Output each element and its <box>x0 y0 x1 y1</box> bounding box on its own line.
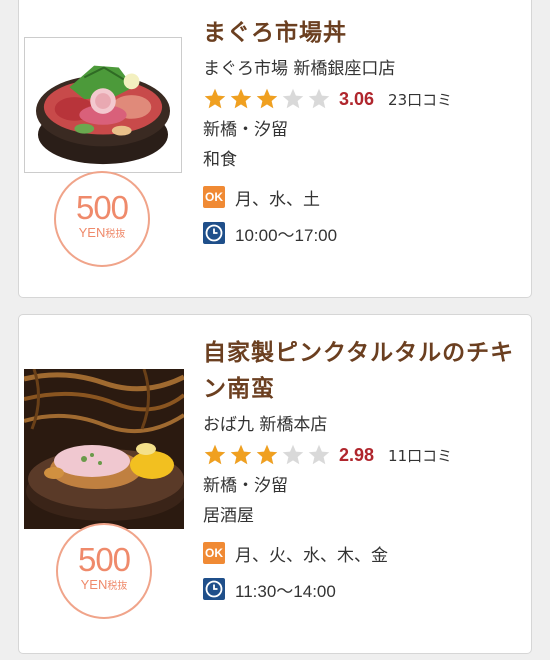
star-empty-icon <box>282 444 304 465</box>
shop-name[interactable]: おば九 新橋本店 <box>203 411 523 439</box>
available-days-row: OK 月、水、土 <box>203 179 523 215</box>
menu-title[interactable]: 自家製ピンクタルタルのチキン南蛮 <box>203 335 523 407</box>
area-label: 新橋・汐留 <box>203 120 288 140</box>
price-value: 500 <box>77 541 131 578</box>
chicken-nanban-image <box>24 369 184 529</box>
star-filled-icon <box>256 444 278 465</box>
star-filled-icon <box>204 444 226 465</box>
star-filled-icon <box>204 88 226 109</box>
star-filled-icon <box>230 88 252 109</box>
price-value: 500 <box>75 189 129 226</box>
star-filled-icon <box>256 88 278 109</box>
available-days-row: OK 月、火、水、木、金 <box>203 535 523 571</box>
star-rating <box>203 443 333 467</box>
menu-card[interactable]: 500 YEN税抜 まぐろ市場丼 まぐろ市場 新橋銀座口店 3.06 23口コミ… <box>18 0 532 298</box>
ok-badge-icon: OK <box>203 542 225 564</box>
rating-score: 2.98 <box>339 444 375 465</box>
menu-info: 自家製ピンクタルタルのチキン南蛮 おば九 新橋本店 2.98 11口コミ 新橋・… <box>203 335 523 607</box>
area-label: 新橋・汐留 <box>203 476 288 496</box>
hours-row: 10:00〜17:00 <box>203 215 523 251</box>
shop-name[interactable]: まぐろ市場 新橋銀座口店 <box>203 55 523 83</box>
rating-score: 3.06 <box>339 88 375 109</box>
business-hours: 10:00〜17:00 <box>235 225 338 245</box>
available-days: 月、水、土 <box>235 189 320 210</box>
business-hours: 11:30〜14:00 <box>235 581 336 601</box>
rating-row: 2.98 11口コミ <box>203 439 523 471</box>
clock-icon <box>203 578 225 600</box>
rating-row: 3.06 23口コミ <box>203 83 523 115</box>
review-count[interactable]: 23口コミ <box>388 89 452 110</box>
food-photo[interactable] <box>24 369 184 529</box>
star-empty-icon <box>282 88 304 109</box>
menu-info: まぐろ市場丼 まぐろ市場 新橋銀座口店 3.06 23口コミ 新橋・汐留 和食 … <box>203 15 523 251</box>
genre-label: 和食 <box>203 150 237 170</box>
star-empty-icon <box>308 88 330 109</box>
clock-icon <box>203 222 225 244</box>
price-badge: 500 YEN税抜 <box>56 523 152 619</box>
ok-badge-icon: OK <box>203 186 225 208</box>
tuna-bowl-image <box>25 38 181 172</box>
food-photo[interactable] <box>24 37 182 173</box>
star-rating <box>203 87 333 111</box>
review-count[interactable]: 11口コミ <box>388 445 452 466</box>
price-unit: YEN税抜 <box>78 225 126 240</box>
star-empty-icon <box>308 444 330 465</box>
menu-card[interactable]: 500 YEN税抜 自家製ピンクタルタルのチキン南蛮 おば九 新橋本店 2.98… <box>18 314 532 654</box>
hours-row: 11:30〜14:00 <box>203 571 523 607</box>
price-badge: 500 YEN税抜 <box>54 171 150 267</box>
star-filled-icon <box>230 444 252 465</box>
price-unit: YEN税抜 <box>80 577 128 592</box>
menu-title[interactable]: まぐろ市場丼 <box>203 15 523 51</box>
available-days: 月、火、水、木、金 <box>235 545 388 566</box>
genre-label: 居酒屋 <box>203 506 254 526</box>
